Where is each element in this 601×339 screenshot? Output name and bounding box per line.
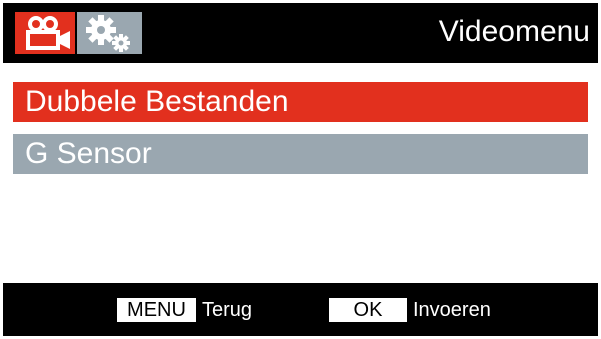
menu-item-g-sensor[interactable]: G Sensor xyxy=(13,134,588,174)
menu-list: Dubbele Bestanden G Sensor xyxy=(3,63,598,283)
video-camera-icon xyxy=(26,16,70,50)
page-title: Videomenu xyxy=(438,15,590,48)
tab-video[interactable] xyxy=(15,12,75,54)
ok-key[interactable]: OK xyxy=(329,298,407,322)
footer-bar: MENU Terug OK Invoeren xyxy=(3,283,598,336)
camera-screen: Videomenu Dubbele Bestanden G Sensor MEN… xyxy=(3,3,598,336)
menu-key[interactable]: MENU xyxy=(117,298,196,322)
menu-item-dubbele-bestanden[interactable]: Dubbele Bestanden xyxy=(13,82,588,122)
settings-gears-icon xyxy=(86,15,130,52)
back-label: Terug xyxy=(202,299,253,321)
header-bar: Videomenu xyxy=(3,3,598,63)
enter-label: Invoeren xyxy=(413,299,491,321)
tab-settings[interactable] xyxy=(77,12,142,54)
